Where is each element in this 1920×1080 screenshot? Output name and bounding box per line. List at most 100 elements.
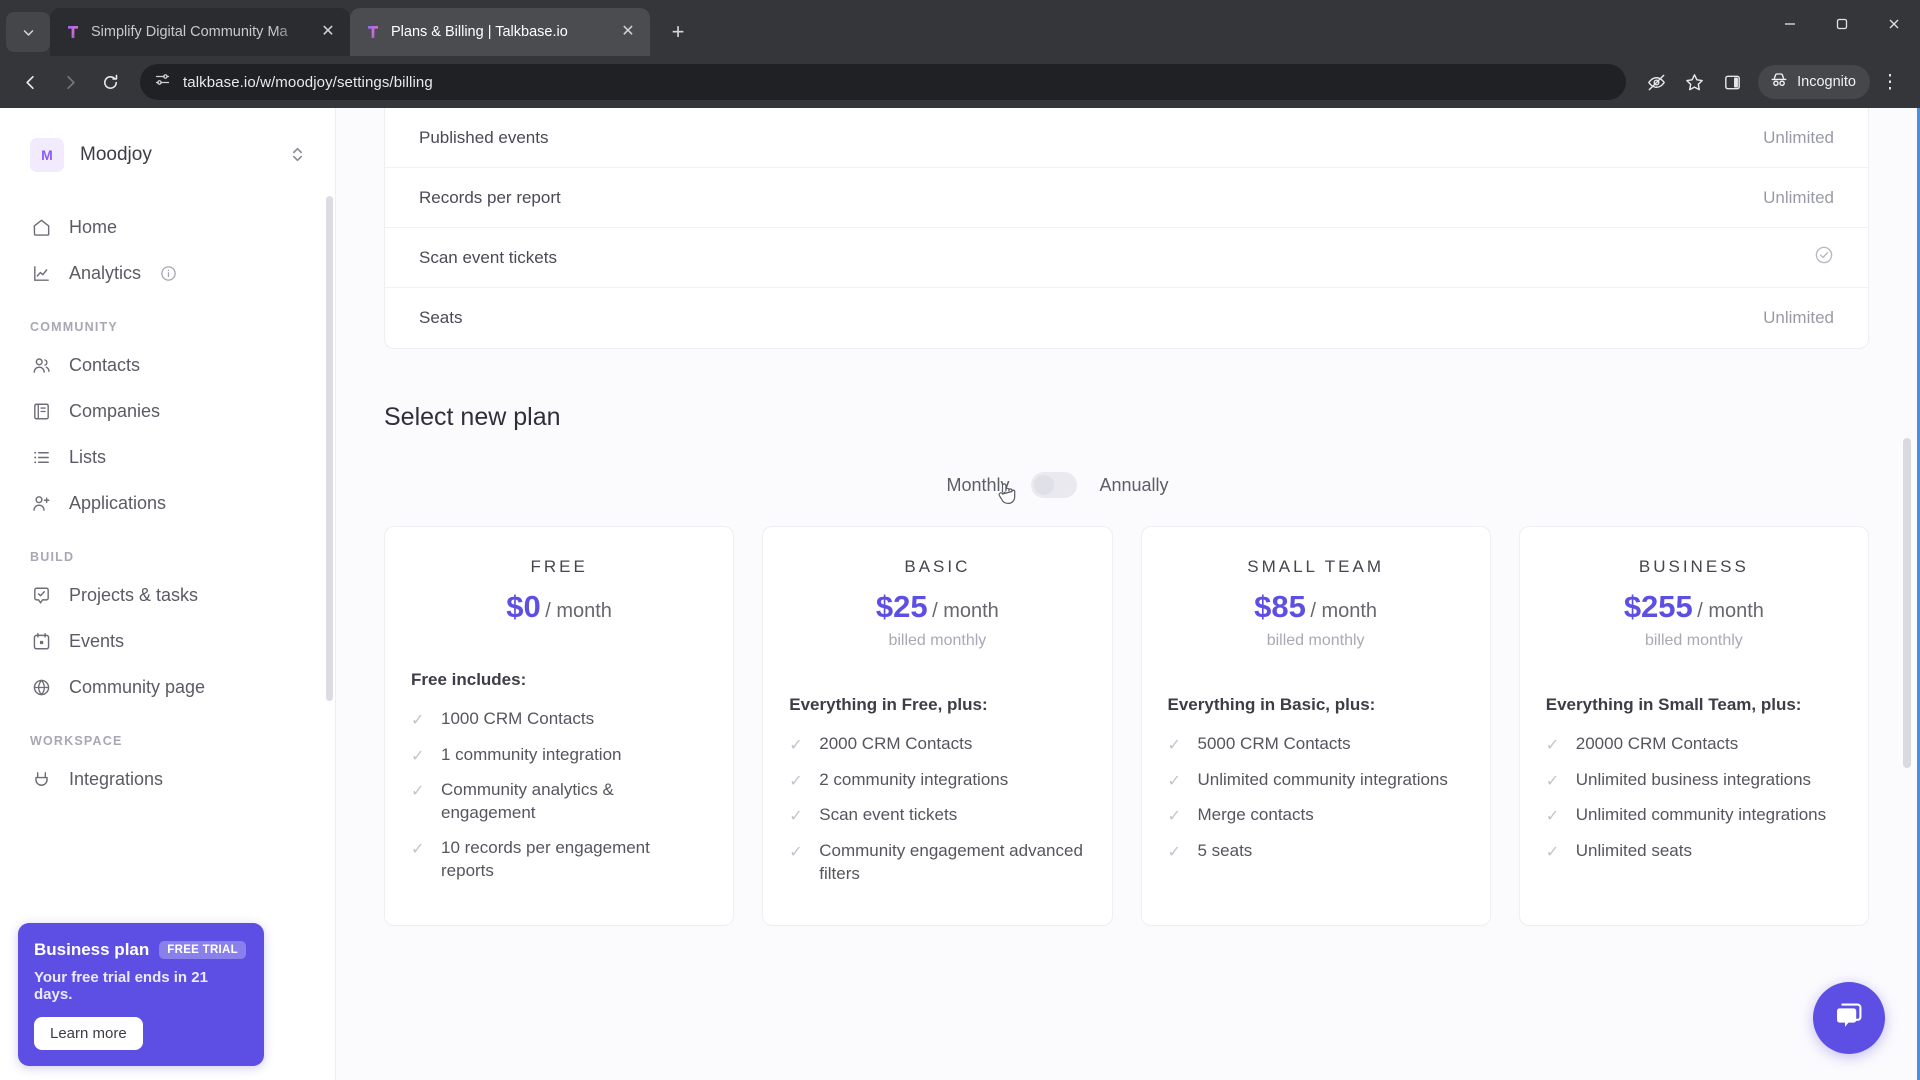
browser-tab-1[interactable]: Simplify Digital Community Ma ✕ <box>50 8 350 56</box>
sidebar-item-applications[interactable]: Applications <box>18 480 317 526</box>
bookmark-star-icon[interactable] <box>1676 64 1712 100</box>
list-item: ✓ Community engagement advanced filters <box>789 840 1085 886</box>
sidebar-item-contacts[interactable]: Contacts <box>18 342 317 388</box>
tab-search-button[interactable] <box>6 12 50 52</box>
plan-card-business[interactable]: BUSINESS $255 / month billed monthly Eve… <box>1518 526 1869 926</box>
check-icon: ✓ <box>789 736 803 754</box>
list-item: ✓ 5000 CRM Contacts <box>1168 733 1464 757</box>
chevron-updown-glyph <box>292 147 303 161</box>
main-scrollbar[interactable] <box>1903 438 1911 768</box>
sidebar-group-workspace: WORKSPACE <box>30 734 123 748</box>
minimize-icon[interactable] <box>1764 0 1816 48</box>
workspace-switcher[interactable]: M Moodjoy <box>22 130 313 180</box>
feature-text: Unlimited seats <box>1575 840 1692 860</box>
table-row: Scan event tickets <box>385 228 1868 288</box>
chart-line-icon <box>30 262 52 284</box>
eye-off-icon[interactable] <box>1638 64 1674 100</box>
site-settings-icon[interactable] <box>154 71 171 93</box>
sidebar-item-label: Contacts <box>69 354 141 375</box>
tab-close-icon[interactable]: ✕ <box>316 20 340 44</box>
maximize-icon[interactable] <box>1816 0 1868 48</box>
plan-card-free[interactable]: FREE $0 / month Free includes: ✓ 1000 CR… <box>384 526 735 926</box>
tune-glyph <box>155 74 170 85</box>
feature-text: Community engagement advanced filters <box>819 840 1083 883</box>
mouse-cursor-pointer <box>996 480 1018 508</box>
reload-icon <box>103 74 117 89</box>
feature-text: Merge contacts <box>1197 805 1314 825</box>
forward-button[interactable] <box>52 64 88 100</box>
plan-card-basic[interactable]: BASIC $25 / month billed monthly Everyth… <box>762 526 1113 926</box>
check-icon: ✓ <box>1545 772 1560 790</box>
plan-amount: $255 <box>1623 589 1693 624</box>
sidebar-item-home[interactable]: Home <box>18 204 317 250</box>
feature-text: 20000 CRM Contacts <box>1575 733 1739 753</box>
check-icon: ✓ <box>1167 772 1181 790</box>
list-item: ✓ Unlimited business integrations <box>1546 769 1842 793</box>
check-icon: ✓ <box>789 808 803 826</box>
check-icon: ✓ <box>411 841 425 858</box>
check-icon: ✓ <box>1167 736 1181 754</box>
sidebar-item-label: Companies <box>69 400 161 421</box>
user-plus-glyph <box>32 495 49 511</box>
list-item: ✓ 1000 CRM Contacts <box>411 708 707 732</box>
plan-name: FREE <box>530 557 588 576</box>
sidebar-item-label: Community page <box>69 676 206 697</box>
hand-cursor-glyph <box>998 483 1016 504</box>
plan-feature-list: ✓ 20000 CRM Contacts ✓ Unlimited busines… <box>1546 733 1842 863</box>
page-viewport: M Moodjoy Home Analytics COMMUNITY Conta… <box>0 108 1920 1080</box>
feature-text: Unlimited community integrations <box>1197 769 1448 789</box>
sidebar-item-projects-tasks[interactable]: Projects & tasks <box>18 572 317 618</box>
feature-text: 2 community integrations <box>819 769 1009 789</box>
sidebar-nav: Home Analytics COMMUNITY Contacts Compan… <box>0 204 335 802</box>
plan-card-small-team[interactable]: SMALL TEAM $85 / month billed monthly Ev… <box>1140 526 1491 926</box>
browser-tab-2[interactable]: Plans & Billing | Talkbase.io ✕ <box>350 8 650 56</box>
calendar-icon <box>30 630 52 652</box>
list-item: ✓ Unlimited seats <box>1546 840 1842 864</box>
plan-feature-list: ✓ 2000 CRM Contacts ✓ 2 community integr… <box>789 733 1085 886</box>
address-bar[interactable]: talkbase.io/w/moodjoy/settings/billing <box>140 64 1627 100</box>
learn-more-button[interactable]: Learn more <box>34 1017 143 1050</box>
sidebar-item-events[interactable]: Events <box>18 618 317 664</box>
plan-includes-heading: Everything in Free, plus: <box>789 695 988 714</box>
side-panel-icon[interactable] <box>1714 64 1750 100</box>
billing-toggle-switch[interactable] <box>1031 472 1078 498</box>
plan-period: / month <box>932 600 999 622</box>
list-item: ✓ 2000 CRM Contacts <box>789 733 1085 757</box>
browser-menu-icon[interactable]: ⋮ <box>1872 64 1908 100</box>
tab-close-icon[interactable]: ✕ <box>616 20 640 44</box>
chevron-up-down-icon[interactable] <box>290 145 305 166</box>
close-icon[interactable] <box>1868 0 1920 48</box>
plan-name: SMALL TEAM <box>1247 557 1384 576</box>
new-tab-button[interactable]: + <box>658 12 698 52</box>
plug-glyph <box>34 771 48 786</box>
plan-period: / month <box>1697 600 1764 622</box>
incognito-icon <box>1769 70 1789 94</box>
sidebar-item-integrations[interactable]: Integrations <box>18 756 317 802</box>
plan-amount: $0 <box>506 589 541 624</box>
sidebar-item-label: Analytics <box>69 262 142 283</box>
table-row: Published events Unlimited <box>385 108 1868 168</box>
promo-header: Business plan FREE TRIAL <box>34 940 248 960</box>
feature-text: Community analytics & engagement <box>441 780 614 823</box>
feature-label: Scan event tickets <box>419 247 557 267</box>
sidebar-item-lists[interactable]: Lists <box>18 434 317 480</box>
sidebar-item-community-page[interactable]: Community page <box>18 664 317 710</box>
info-icon[interactable] <box>160 265 177 282</box>
sidebar-item-companies[interactable]: Companies <box>18 388 317 434</box>
back-button[interactable] <box>12 64 48 100</box>
list-item: ✓ 20000 CRM Contacts <box>1546 733 1842 757</box>
feature-label: Published events <box>419 127 549 147</box>
chat-widget-button[interactable] <box>1813 982 1885 1054</box>
talkbase-logo-icon <box>68 26 78 38</box>
profile-incognito-button[interactable]: Incognito <box>1758 65 1870 99</box>
building-icon <box>30 400 52 422</box>
sidebar-scrollbar[interactable] <box>326 196 333 701</box>
reload-button[interactable] <box>92 64 128 100</box>
list-item: ✓ 2 community integrations <box>789 769 1085 793</box>
sidebar-item-analytics[interactable]: Analytics <box>18 250 317 296</box>
list-item: ✓ Merge contacts <box>1168 804 1464 828</box>
plug-icon <box>30 768 52 790</box>
feature-text: Scan event tickets <box>819 805 958 825</box>
globe-icon <box>30 676 52 698</box>
feature-text: 1000 CRM Contacts <box>441 708 595 728</box>
